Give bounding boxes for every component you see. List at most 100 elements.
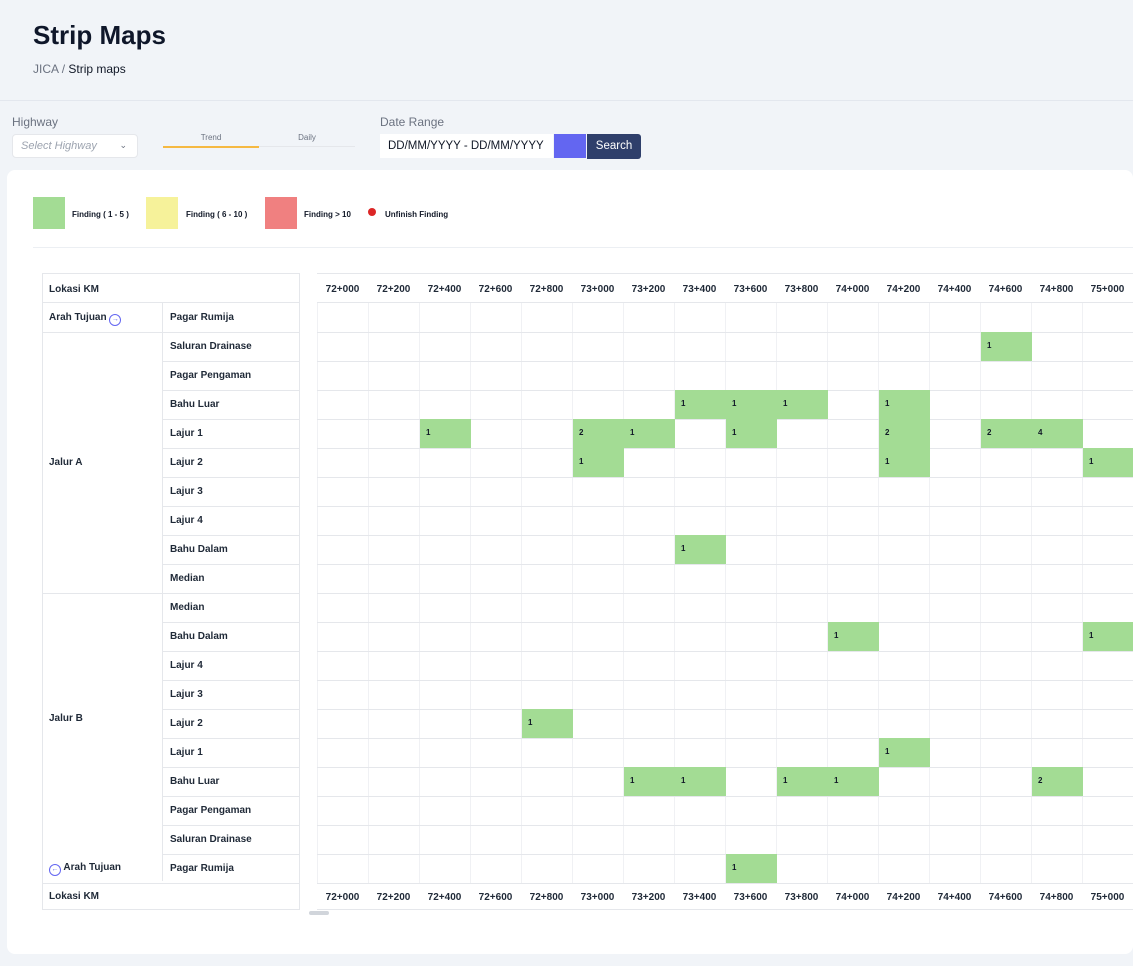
row-gridline	[317, 738, 1133, 739]
finding-cell[interactable]: 2	[981, 419, 1032, 448]
finding-count: 1	[885, 747, 890, 756]
finding-cell[interactable]: 2	[879, 419, 930, 448]
tab-trend[interactable]: Trend	[163, 133, 259, 147]
finding-cell[interactable]: 1	[777, 767, 828, 796]
row-gridline	[317, 680, 1133, 681]
breadcrumb-root[interactable]: JICA	[33, 62, 58, 76]
km-column-header-bottom: 72+800	[529, 892, 564, 903]
finding-cell[interactable]: 2	[1032, 767, 1083, 796]
breadcrumb: JICA / Strip maps	[33, 62, 126, 76]
scrollbar-handle[interactable]	[309, 911, 329, 915]
km-column-header-bottom: 73+200	[631, 892, 666, 903]
finding-cell[interactable]: 4	[1032, 419, 1083, 448]
row-divider	[43, 302, 299, 303]
row-gridline	[317, 651, 1133, 652]
finding-count: 1	[579, 457, 584, 466]
direction-top[interactable]: Arah Tujuan →	[49, 312, 122, 326]
km-column-header-bottom: 73+000	[580, 892, 615, 903]
row-divider	[162, 796, 299, 797]
finding-cell[interactable]: 1	[1083, 622, 1133, 651]
finding-count: 1	[1089, 631, 1094, 640]
row-divider	[43, 883, 299, 884]
finding-count: 1	[426, 428, 431, 437]
row-label: Lajur 3	[170, 689, 203, 700]
breadcrumb-current: Strip maps	[68, 62, 126, 76]
row-gridline	[317, 564, 1133, 565]
km-column-header-bottom: 73+600	[733, 892, 768, 903]
km-column-header-top: 72+400	[427, 284, 462, 295]
finding-count: 1	[987, 341, 992, 350]
finding-count: 2	[1038, 776, 1043, 785]
km-column-header-top: 73+800	[784, 284, 819, 295]
km-column-header-bottom: 74+200	[886, 892, 921, 903]
chevron-down-icon: ⌄	[119, 140, 127, 150]
row-divider	[162, 622, 299, 623]
row-gridline	[317, 883, 1133, 884]
km-column-header-bottom: 72+600	[478, 892, 513, 903]
km-column-header-bottom: 74+000	[835, 892, 870, 903]
finding-cell[interactable]: 1	[726, 419, 777, 448]
finding-cell[interactable]: 1	[522, 709, 573, 738]
finding-count: 1	[732, 399, 737, 408]
finding-count: 1	[783, 399, 788, 408]
row-divider	[162, 419, 299, 420]
km-column-header-top: 74+000	[835, 284, 870, 295]
arrow-left-circle-icon: ←	[49, 864, 61, 876]
row-divider	[162, 448, 299, 449]
finding-cell[interactable]: 1	[879, 390, 930, 419]
km-column-header-top: 72+000	[325, 284, 360, 295]
finding-cell[interactable]: 1	[777, 390, 828, 419]
finding-cell[interactable]: 1	[879, 448, 930, 477]
tab-daily[interactable]: Daily	[259, 133, 355, 147]
row-gridline	[317, 302, 1133, 303]
highway-label: Highway	[12, 115, 59, 129]
legend-label-high: Finding > 10	[304, 210, 351, 219]
finding-cell[interactable]: 1	[675, 767, 726, 796]
finding-cell[interactable]: 1	[879, 738, 930, 767]
finding-cell[interactable]: 1	[675, 535, 726, 564]
arrow-right-circle-icon: →	[109, 314, 122, 326]
km-column-header-top: 74+400	[937, 284, 972, 295]
legend-swatch-medium	[146, 197, 178, 229]
highway-select[interactable]: Select Highway ⌄	[12, 134, 138, 158]
row-label: Saluran Drainase	[170, 341, 252, 352]
finding-cell[interactable]: 1	[675, 390, 726, 419]
finding-cell[interactable]: 2	[573, 419, 624, 448]
legend-label-medium: Finding ( 6 - 10 )	[186, 210, 248, 219]
finding-count: 1	[885, 399, 890, 408]
row-label: Saluran Drainase	[170, 834, 252, 845]
finding-count: 1	[681, 776, 686, 785]
finding-cell[interactable]: 1	[726, 390, 777, 419]
group-label-jalur-a: Jalur A	[49, 457, 83, 468]
location-header-bottom: Lokasi KM	[49, 891, 100, 902]
km-column-header-top: 75+000	[1090, 284, 1125, 295]
row-label: Lajur 1	[170, 428, 203, 439]
finding-cell[interactable]: 1	[828, 767, 879, 796]
finding-cell[interactable]: 1	[573, 448, 624, 477]
km-column-header-bottom: 73+400	[682, 892, 717, 903]
direction-bottom[interactable]: ← Arah Tujuan	[49, 862, 121, 876]
direction-bottom-label: Arah Tujuan	[63, 862, 122, 873]
finding-cell[interactable]: 1	[1083, 448, 1133, 477]
km-column-header-bottom: 75+000	[1090, 892, 1125, 903]
finding-count: 1	[681, 544, 686, 553]
row-gridline	[317, 361, 1133, 362]
finding-cell[interactable]: 1	[420, 419, 471, 448]
km-column-header-top: 72+800	[529, 284, 564, 295]
finding-cell[interactable]: 1	[726, 854, 777, 883]
legend-swatch-high	[265, 197, 297, 229]
finding-count: 2	[987, 428, 992, 437]
finding-cell[interactable]: 1	[624, 419, 675, 448]
row-divider	[162, 506, 299, 507]
finding-cell[interactable]: 1	[981, 332, 1032, 361]
calendar-button[interactable]	[554, 134, 586, 158]
km-column-header-top: 74+800	[1039, 284, 1074, 295]
km-column-header-top: 73+000	[580, 284, 615, 295]
date-range-input[interactable]: DD/MM/YYYY - DD/MM/YYYY	[380, 134, 553, 158]
finding-cell[interactable]: 1	[828, 622, 879, 651]
finding-cell[interactable]: 1	[624, 767, 675, 796]
row-gridline	[317, 448, 1133, 449]
row-label: Lajur 2	[170, 457, 203, 468]
km-column-header-bottom: 73+800	[784, 892, 819, 903]
search-button[interactable]: Search	[587, 134, 641, 159]
